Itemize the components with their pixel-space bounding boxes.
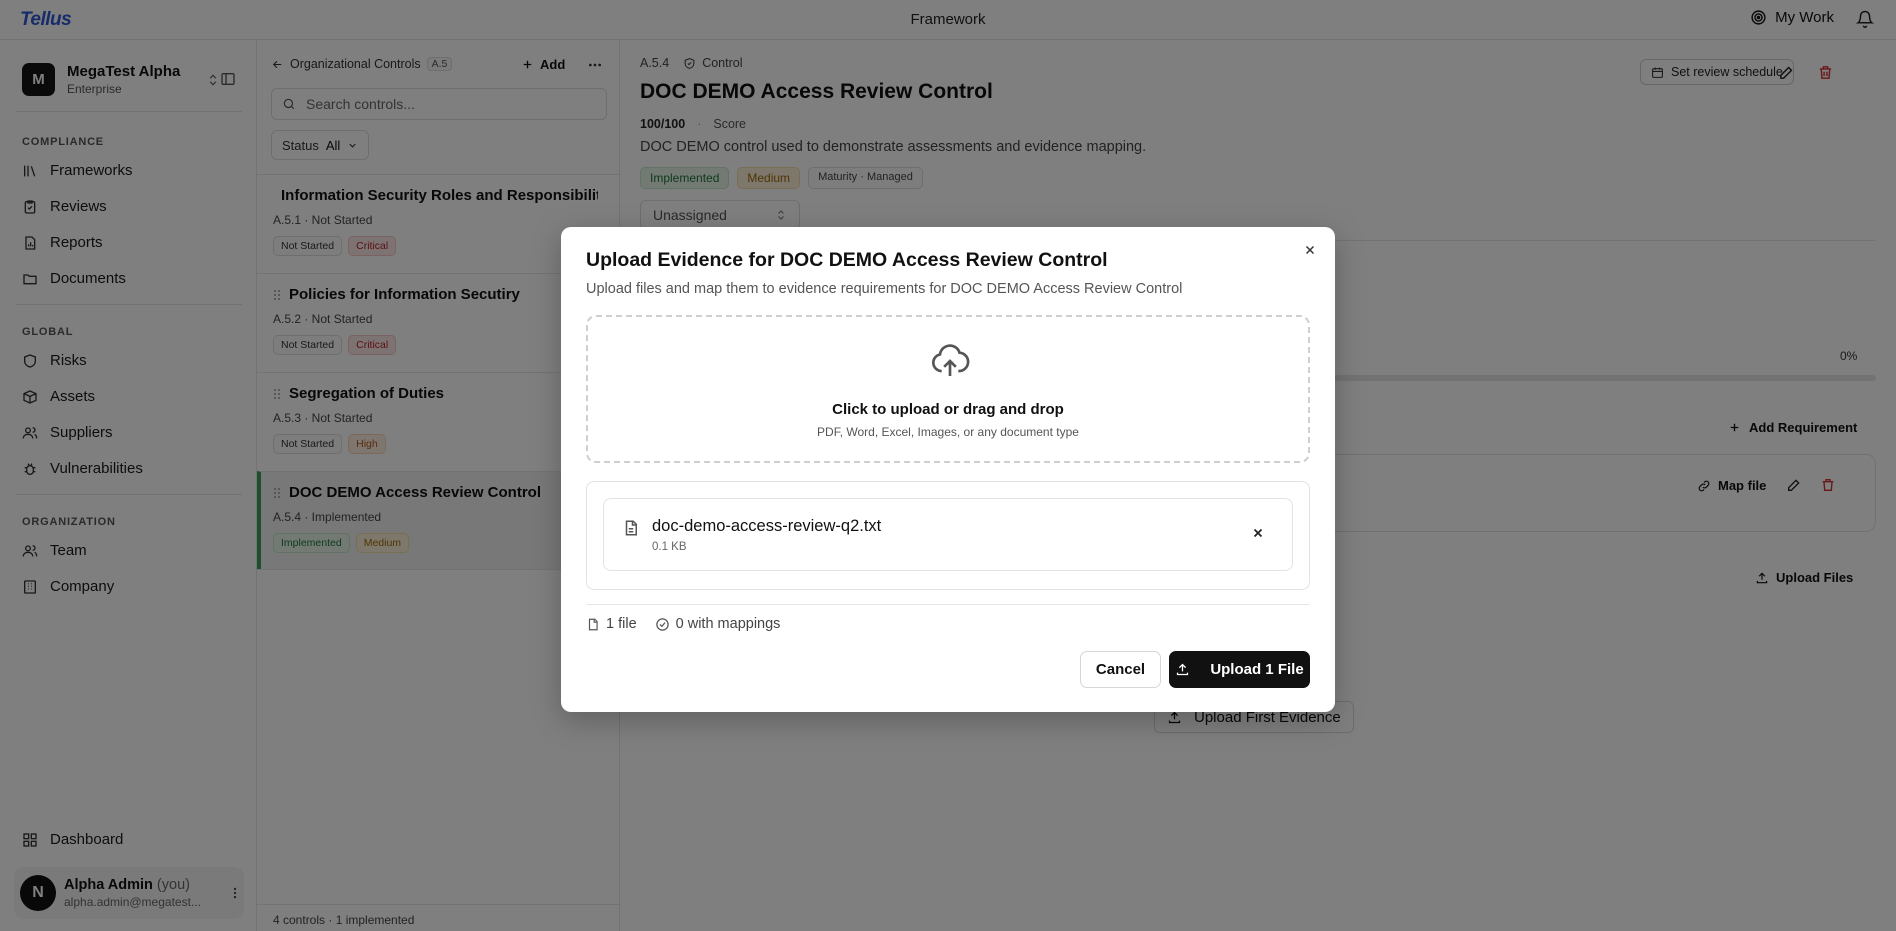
file-dropzone[interactable]: Click to upload or drag and drop PDF, Wo… [586,315,1310,463]
mappings-count: 0 with mappings [675,616,781,632]
selected-files-list: doc-demo-access-review-q2.txt 0.1 KB [586,481,1310,590]
dropzone-hint: PDF, Word, Excel, Images, or any documen… [817,425,1079,439]
cancel-button[interactable]: Cancel [1080,651,1161,688]
mappings-stat: 0 with mappings [655,616,781,632]
file-count-stat: 1 file [586,616,637,632]
dropzone-title: Click to upload or drag and drop [832,401,1064,418]
divider [586,604,1310,605]
check-circle-icon [655,617,669,631]
file-name: doc-demo-access-review-q2.txt [652,517,882,535]
file-text-icon [625,520,637,536]
upload-button[interactable]: Upload 1 File [1169,651,1310,688]
cloud-upload-icon [932,344,970,376]
dialog-subtitle: Upload files and map them to evidence re… [586,281,1183,297]
file-icon [588,618,598,630]
file-size: 0.1 KB [652,541,687,553]
file-item: doc-demo-access-review-q2.txt 0.1 KB [603,498,1293,571]
upload-evidence-dialog: Upload Evidence for DOC DEMO Access Revi… [561,227,1335,712]
remove-file-icon[interactable] [1251,526,1265,540]
dialog-title: Upload Evidence for DOC DEMO Access Revi… [586,249,1108,271]
upload-stats: 1 file 0 with mappings [586,616,780,632]
upload-button-label: Upload 1 File [1210,661,1304,678]
upload-icon [1177,663,1189,676]
file-count: 1 file [606,616,637,632]
close-icon[interactable] [1303,243,1317,257]
